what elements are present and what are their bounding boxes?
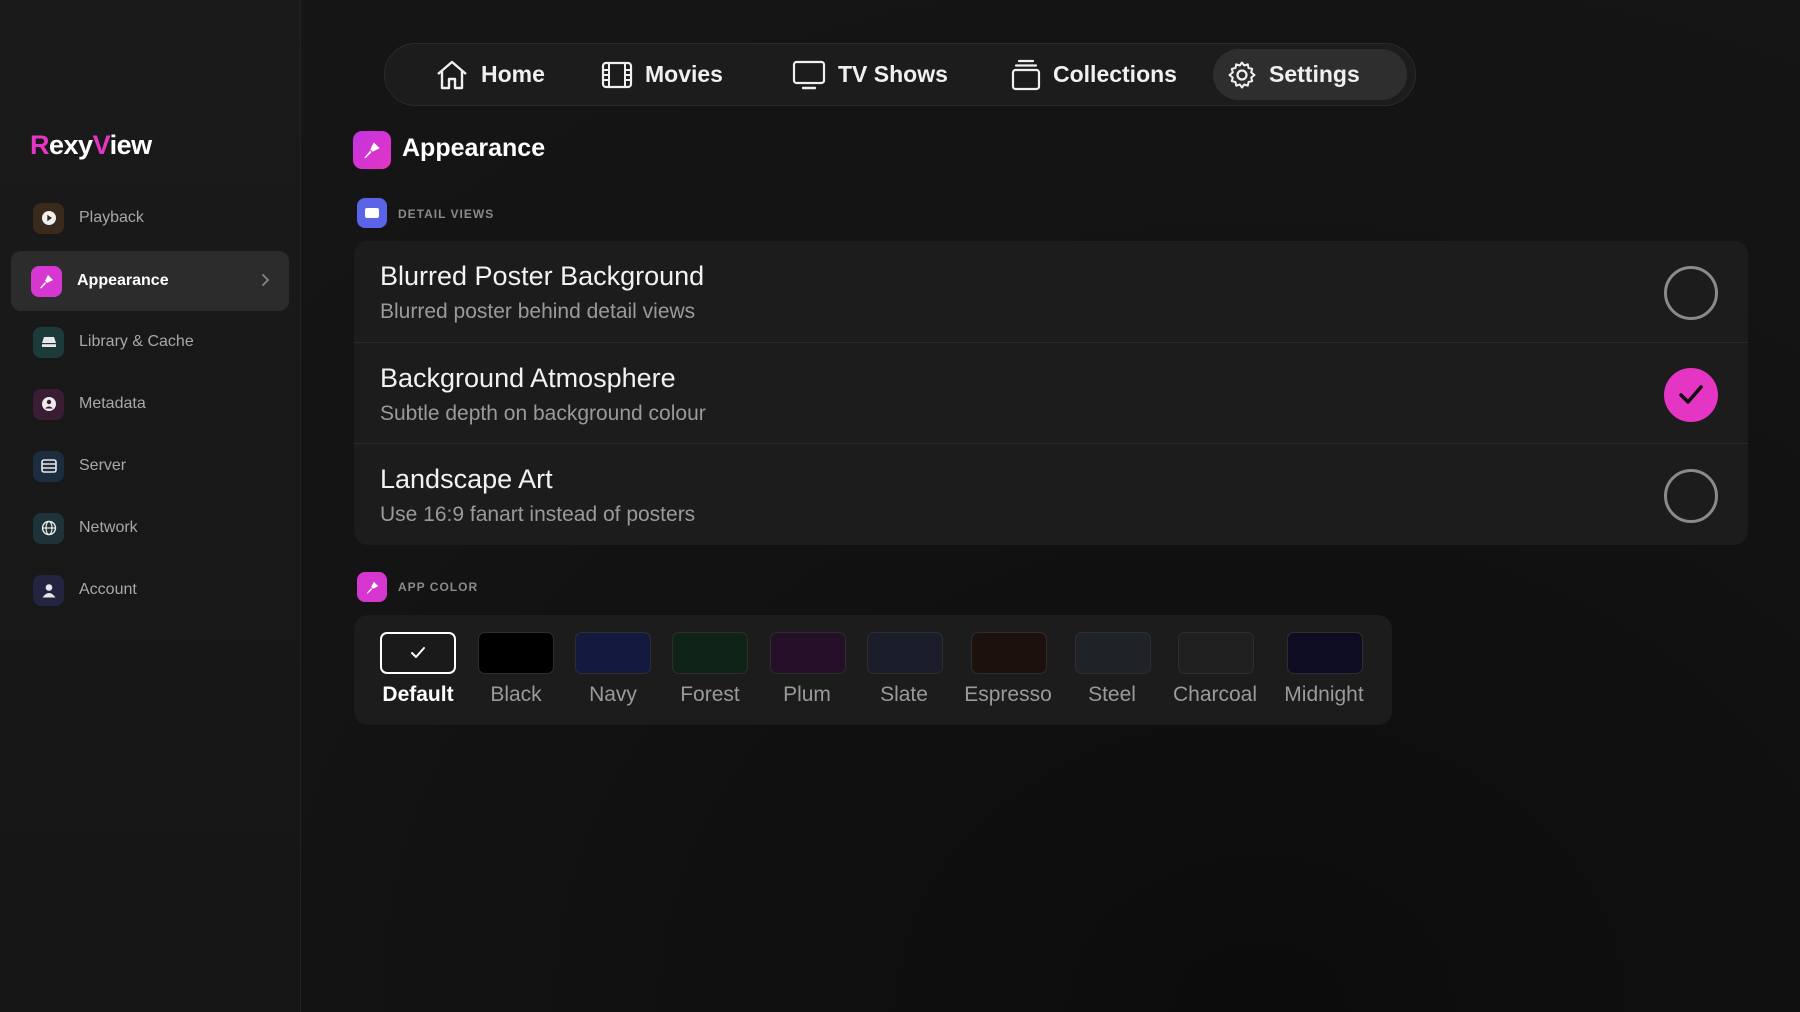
swatch-steel[interactable] — [1075, 632, 1151, 674]
swatch-label: Midnight — [1284, 683, 1364, 706]
section-header-detail-views: DETAIL VIEWS — [398, 207, 495, 221]
user-icon — [33, 574, 64, 606]
swatch-espresso[interactable] — [971, 632, 1047, 674]
home-icon — [437, 60, 467, 89]
sidebar-item-label: Playback — [79, 209, 144, 226]
option-subtitle: Use 16:9 fanart instead of posters — [380, 503, 696, 526]
nav-label: Collections — [1053, 61, 1177, 87]
detail-views-card: Blurred Poster Background Blurred poster… — [354, 241, 1748, 545]
option-subtitle: Blurred poster behind detail views — [380, 300, 696, 323]
option-subtitle: Subtle depth on background colour — [380, 402, 706, 425]
nav-label: Movies — [645, 61, 723, 87]
gear-icon — [1228, 61, 1256, 88]
chevron-right-icon — [261, 271, 271, 294]
brush-icon — [357, 572, 387, 602]
sidebar-item-metadata[interactable]: Metadata — [11, 374, 289, 434]
swatch-midnight[interactable] — [1287, 632, 1363, 674]
detail-views-icon — [357, 198, 387, 228]
option-landscape-art[interactable]: Landscape Art Use 16:9 fanart instead of… — [354, 443, 1748, 544]
checkmark-icon — [1679, 385, 1703, 404]
nav-settings[interactable]: Settings — [1213, 49, 1407, 100]
play-icon — [33, 202, 64, 234]
brush-icon — [353, 131, 391, 169]
swatch-label: Steel — [1088, 683, 1136, 706]
option-title: Background Atmosphere — [380, 363, 676, 393]
section-header-app-color: APP COLOR — [398, 580, 479, 594]
sidebar-item-label: Server — [79, 457, 127, 474]
brush-icon — [31, 265, 62, 297]
collections-icon — [1011, 59, 1041, 90]
sidebar-item-appearance[interactable]: Appearance — [11, 251, 289, 311]
drive-icon — [33, 326, 64, 358]
swatch-black[interactable] — [478, 632, 554, 674]
sidebar-item-label: Appearance — [77, 272, 169, 289]
film-icon — [601, 61, 633, 88]
checkbox-unchecked[interactable] — [1664, 266, 1718, 320]
swatch-label: Slate — [880, 683, 928, 706]
option-background-atmosphere[interactable]: Background Atmosphere Subtle depth on ba… — [354, 342, 1748, 443]
nav-label: Home — [481, 61, 545, 87]
server-icon — [33, 450, 64, 482]
sidebar-item-label: Library & Cache — [79, 333, 194, 350]
globe-icon — [33, 512, 64, 544]
nav-home[interactable]: Home — [421, 49, 559, 100]
app-color-card: Default Black Navy Forest Plum Slate Esp… — [354, 615, 1392, 725]
sidebar-item-library-cache[interactable]: Library & Cache — [11, 312, 289, 372]
swatch-forest[interactable] — [672, 632, 748, 674]
checkbox-checked[interactable] — [1664, 368, 1718, 422]
info-icon — [33, 388, 64, 420]
sidebar-item-network[interactable]: Network — [11, 498, 289, 558]
swatch-slate[interactable] — [867, 632, 943, 674]
sidebar: RexyView Playback Appearance Library & C… — [0, 0, 301, 1012]
option-title: Blurred Poster Background — [380, 261, 705, 291]
option-blurred-poster-background[interactable]: Blurred Poster Background Blurred poster… — [354, 241, 1748, 342]
swatch-label: Espresso — [964, 683, 1052, 706]
swatch-navy[interactable] — [575, 632, 651, 674]
nav-label: TV Shows — [838, 61, 948, 87]
sidebar-item-label: Metadata — [79, 395, 146, 412]
swatch-default[interactable] — [380, 632, 456, 674]
app-logo: RexyView — [30, 130, 152, 160]
swatch-plum[interactable] — [770, 632, 846, 674]
nav-tv-shows[interactable]: TV Shows — [778, 49, 962, 100]
nav-collections[interactable]: Collections — [997, 49, 1191, 100]
nav-movies[interactable]: Movies — [587, 49, 737, 100]
swatch-charcoal[interactable] — [1178, 632, 1254, 674]
sidebar-item-server[interactable]: Server — [11, 436, 289, 496]
sidebar-item-label: Network — [79, 519, 138, 536]
swatch-label: Charcoal — [1172, 683, 1258, 706]
sidebar-item-playback[interactable]: Playback — [11, 188, 289, 248]
option-title: Landscape Art — [380, 464, 553, 494]
sidebar-item-label: Account — [79, 581, 137, 598]
nav-label: Settings — [1269, 61, 1360, 87]
checkmark-icon — [411, 647, 425, 658]
top-navigation: Home Movies TV Shows Collections Setting… — [384, 43, 1416, 106]
sidebar-item-account[interactable]: Account — [11, 560, 289, 620]
page-title: Appearance — [402, 134, 546, 162]
checkbox-unchecked[interactable] — [1664, 469, 1718, 523]
tv-icon — [792, 60, 826, 89]
